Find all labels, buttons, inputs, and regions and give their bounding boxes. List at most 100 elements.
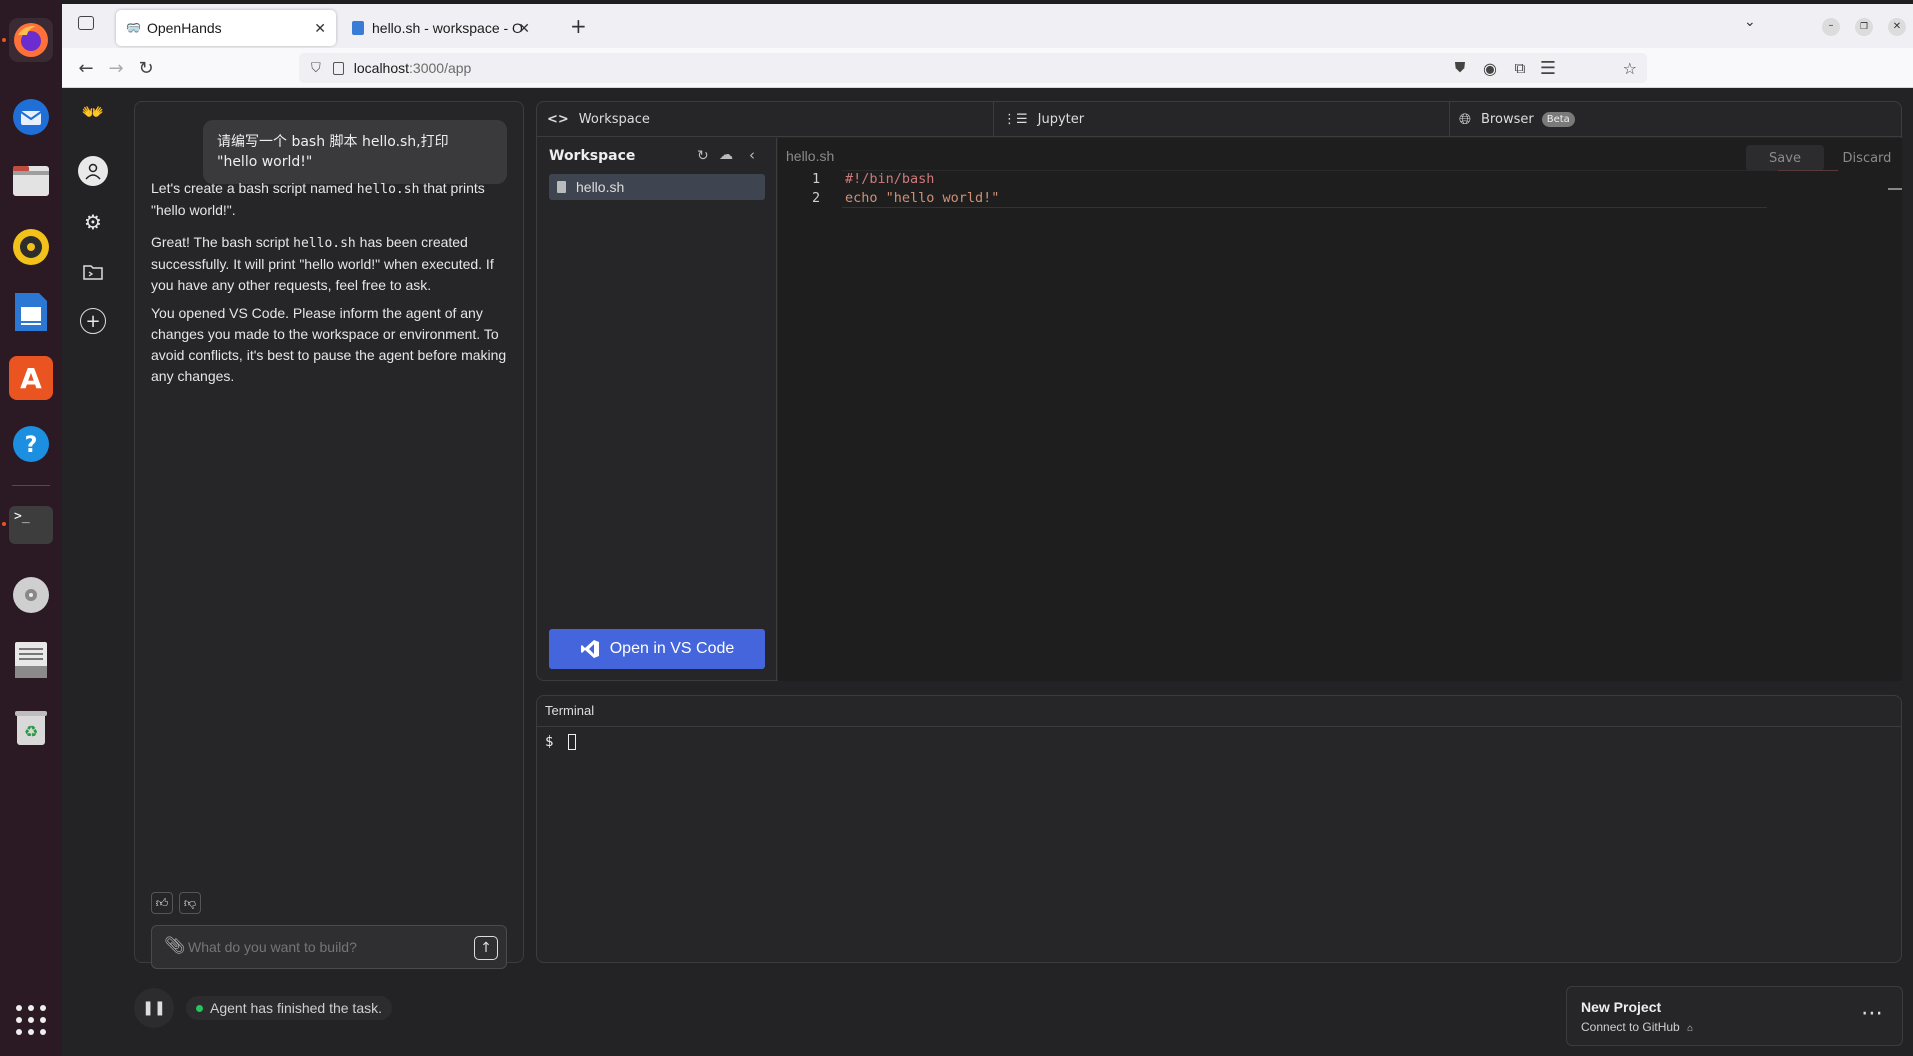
inline-code: hello.sh — [356, 182, 420, 197]
terminal-output[interactable]: $ — [545, 734, 576, 750]
terminal-cursor — [567, 734, 576, 750]
collapse-chevron-icon[interactable]: ‹ — [749, 146, 755, 164]
minimize-window-icon[interactable]: – — [1822, 18, 1840, 36]
tab-jupyter[interactable]: ⋮☰ Jupyter — [1003, 102, 1084, 136]
inline-code: hello.sh — [293, 236, 356, 251]
extensions-icon[interactable]: ⧉ — [1508, 56, 1532, 80]
svg-text:♻: ♻ — [24, 722, 38, 741]
attach-paperclip-icon[interactable]: 📎︎ — [164, 936, 186, 956]
firefox-icon[interactable] — [9, 18, 53, 62]
back-icon[interactable]: ← — [74, 56, 98, 80]
show-apps-icon[interactable] — [9, 998, 53, 1042]
bookmark-star-icon[interactable]: ☆ — [1623, 59, 1637, 78]
line-highlight-border — [842, 170, 1767, 208]
open-vscode-button[interactable]: Open in VS Code — [549, 629, 765, 669]
vscode-favicon — [352, 21, 364, 35]
ubuntu-dock: A ? >_ ♻ — [0, 0, 62, 1056]
new-tab-icon[interactable]: + — [570, 14, 587, 38]
document-viewer-icon[interactable] — [9, 638, 53, 682]
thumbs-down-icon: 👎︎ — [183, 895, 197, 910]
thunderbird-icon[interactable] — [9, 95, 53, 139]
rhythmbox-icon[interactable] — [9, 225, 53, 269]
user-avatar-icon[interactable] — [78, 156, 108, 186]
arrow-up-icon: ↑ — [480, 940, 492, 956]
forward-icon[interactable]: → — [104, 56, 128, 80]
terminal-panel: Terminal $ — [536, 695, 1902, 963]
dock-separator — [12, 485, 50, 486]
url-host: localhost — [353, 60, 410, 76]
status-text: Agent has finished the task. — [210, 1000, 382, 1016]
send-button[interactable]: ↑ — [474, 936, 498, 960]
file-name: hello.sh — [576, 179, 625, 195]
refresh-icon[interactable]: ↻ — [697, 148, 709, 164]
url-bar[interactable]: ⛉ localhost:3000/app ☆ — [299, 53, 1647, 83]
upload-cloud-icon[interactable]: ☁ — [719, 147, 733, 163]
writer-icon[interactable] — [9, 290, 53, 334]
files-icon[interactable] — [9, 158, 53, 202]
project-title: New Project — [1581, 999, 1662, 1015]
pocket-icon[interactable]: ⛊ — [1448, 56, 1472, 80]
trash-icon[interactable]: ♻ — [9, 705, 53, 749]
user-message-bubble: 请编写一个 bash 脚本 hello.sh,打印 "hello world!" — [203, 120, 507, 184]
workspace-panel: <> Workspace ⋮☰ Jupyter 🌐︎ Browser Beta … — [536, 101, 1902, 681]
openhands-favicon: 🥽 — [126, 21, 141, 35]
tab-overview-icon[interactable] — [78, 16, 94, 30]
thumbs-down-button[interactable]: 👎︎ — [179, 892, 201, 914]
thumbs-up-button[interactable]: 👍︎ — [151, 892, 173, 914]
settings-gear-icon[interactable]: ⚙ — [80, 209, 106, 235]
new-project-plus-icon[interactable]: + — [80, 308, 106, 334]
message-text: Let's create a bash script named — [151, 180, 357, 196]
agent-message: Great! The bash script hello.sh has been… — [151, 232, 511, 296]
editor-lines[interactable]: 1 #!/bin/bash 2 echo "hello world!" — [778, 170, 1778, 208]
more-options-icon[interactable]: ⋯ — [1861, 1001, 1884, 1026]
project-subtitle[interactable]: Connect to GitHub ⌂ — [1581, 1020, 1693, 1034]
tab-title: OpenHands — [146, 20, 222, 36]
tab-vscode[interactable]: hello.sh - workspace - Op ✕ — [342, 10, 538, 46]
status-dot — [196, 1004, 203, 1012]
close-window-icon[interactable]: ✕ — [1888, 18, 1906, 36]
project-card[interactable]: New Project Connect to GitHub ⌂ ⋯ — [1566, 986, 1903, 1046]
file-item[interactable]: hello.sh — [549, 174, 765, 200]
close-tab-icon[interactable]: ✕ — [518, 20, 530, 37]
file-tree: Workspace ↻ ☁ ‹ hello.sh Open in VS Code — [537, 138, 777, 681]
close-tab-icon[interactable]: ✕ — [314, 20, 326, 37]
openhands-logo-icon[interactable]: 👐 — [75, 99, 111, 125]
file-icon — [557, 181, 566, 193]
folder-terminal-icon[interactable] — [80, 259, 106, 285]
discard-button[interactable]: Discard — [1828, 145, 1906, 171]
page-info-icon[interactable] — [332, 61, 344, 75]
tab-browser[interactable]: 🌐︎ Browser Beta — [1459, 102, 1575, 136]
terminal-title: Terminal — [545, 703, 595, 718]
chat-input[interactable] — [188, 934, 458, 960]
reload-icon[interactable]: ↻ — [134, 56, 158, 80]
minimap[interactable] — [1778, 170, 1838, 176]
button-label: Open in VS Code — [609, 640, 735, 657]
tab-openhands[interactable]: 🥽 OpenHands ✕ — [116, 10, 336, 46]
github-icon: ⌂ — [1687, 1023, 1694, 1034]
chat-panel: 请编写一个 bash 脚本 hello.sh,打印 "hello world!"… — [134, 101, 524, 969]
restore-window-icon[interactable]: ❐ — [1855, 18, 1873, 36]
tab-workspace[interactable]: <> Workspace — [547, 102, 650, 136]
menu-icon[interactable]: ☰ — [1536, 56, 1560, 80]
disc-icon[interactable] — [9, 573, 53, 617]
pause-button[interactable]: ❚❚ — [134, 988, 174, 1028]
tab-bar-divider — [537, 136, 1901, 137]
beta-badge: Beta — [1541, 111, 1575, 127]
scrollbar[interactable] — [1888, 188, 1902, 190]
terminal-header-divider — [537, 726, 1901, 727]
account-icon[interactable]: ◉ — [1478, 56, 1502, 80]
browser-tab-bar: 🥽 OpenHands ✕ hello.sh - workspace - Op … — [62, 0, 1913, 48]
tab-title: hello.sh - workspace - Op — [372, 20, 522, 36]
shield-icon[interactable]: ⛉ — [311, 61, 321, 76]
openhands-app: 👐 ⚙ + 请编写一个 bash 脚本 hello.sh,打印 "hello w… — [62, 89, 1913, 1056]
line-number: 2 — [812, 190, 821, 206]
app-center-icon[interactable]: A — [9, 356, 53, 400]
connect-github-link[interactable]: Connect to GitHub — [1581, 1020, 1680, 1034]
help-icon[interactable]: ? — [9, 422, 53, 466]
browser-nav-bar: ← → ↻ ⛉ localhost:3000/app ☆ ⛊ ◉ ⧉ ☰ — [62, 48, 1913, 88]
message-text: You opened VS Code. Please inform the ag… — [151, 305, 507, 384]
list-tabs-icon[interactable]: ⌄ — [1744, 14, 1756, 30]
file-tree-title: Workspace — [549, 148, 636, 164]
save-button[interactable]: Save — [1746, 145, 1824, 171]
terminal-icon[interactable]: >_ — [9, 506, 53, 544]
